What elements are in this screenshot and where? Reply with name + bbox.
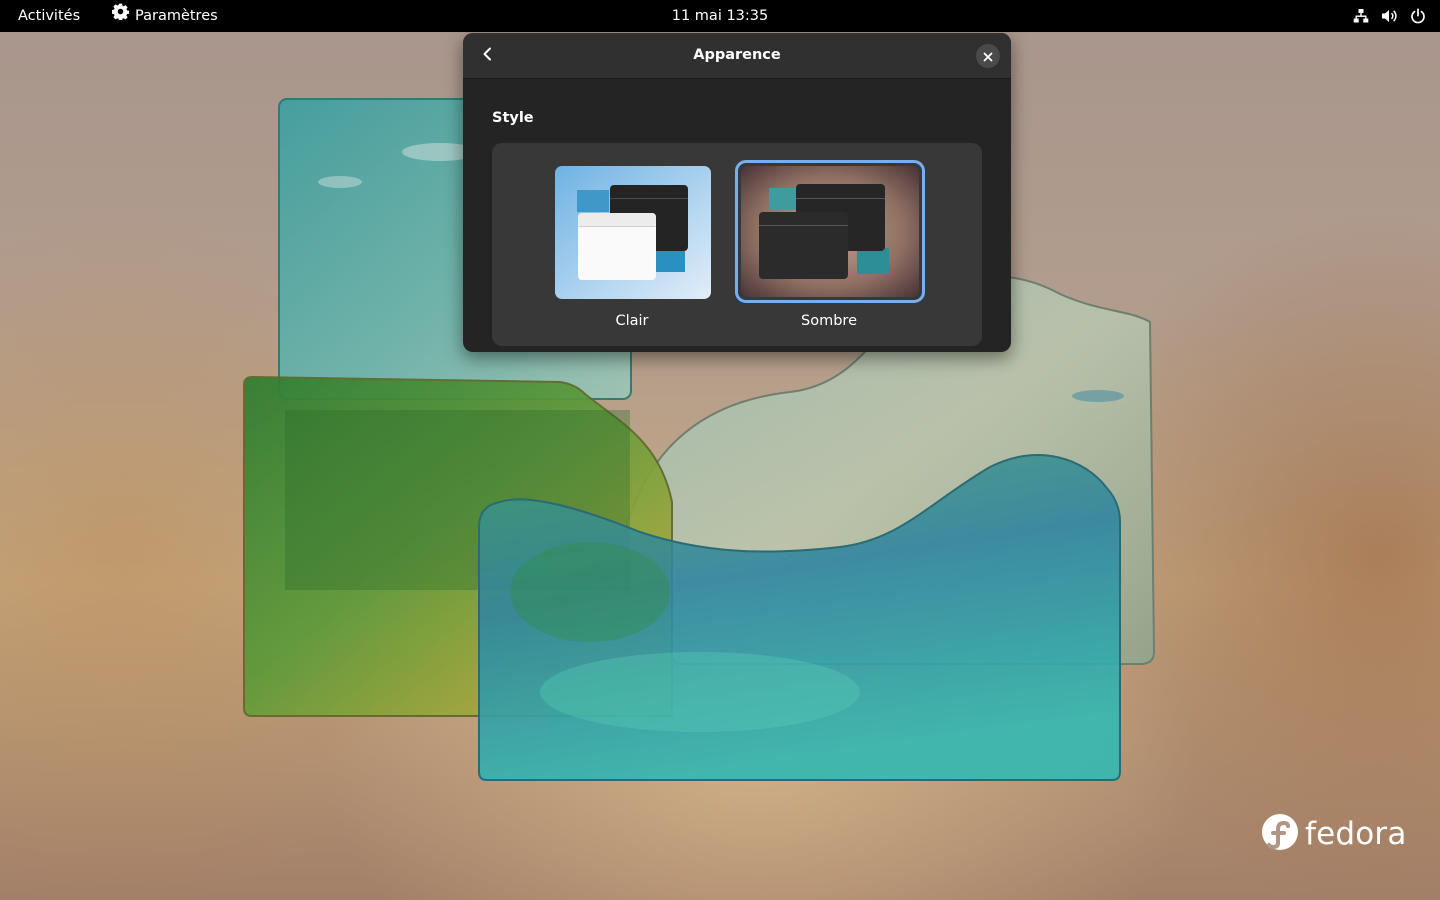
power-icon (1410, 8, 1426, 24)
close-icon (983, 47, 993, 66)
app-menu-label: Paramètres (135, 8, 218, 24)
dialog-title: Apparence (693, 47, 781, 63)
dark-style-thumbnail[interactable] (741, 166, 919, 297)
fedora-logo-icon (1261, 813, 1299, 855)
network-wired-icon (1353, 8, 1369, 24)
appearance-dialog: Apparence Style Clair Sombre (463, 33, 1011, 352)
dark-style-label: Sombre (801, 313, 857, 329)
light-style-label: Clair (615, 313, 649, 329)
light-style-thumbnail[interactable] (555, 166, 711, 299)
system-status-menu[interactable] (1353, 0, 1426, 32)
style-section-label: Style (492, 110, 534, 126)
chevron-left-icon (481, 46, 495, 65)
activities-button[interactable]: Activités (18, 0, 80, 32)
volume-icon (1381, 8, 1398, 24)
gear-icon (111, 0, 130, 32)
close-button[interactable] (976, 44, 1000, 68)
style-selector-card: Clair Sombre (492, 143, 982, 346)
back-button[interactable] (472, 39, 504, 71)
app-menu-button[interactable]: Paramètres (111, 0, 218, 32)
fedora-logo-text: fedora (1305, 816, 1407, 852)
fedora-logo: fedora (1261, 813, 1407, 855)
top-bar: Activités Paramètres 11 mai 13:35 (0, 0, 1440, 32)
dialog-header: Apparence (463, 33, 1011, 79)
clock[interactable]: 11 mai 13:35 (672, 8, 769, 24)
